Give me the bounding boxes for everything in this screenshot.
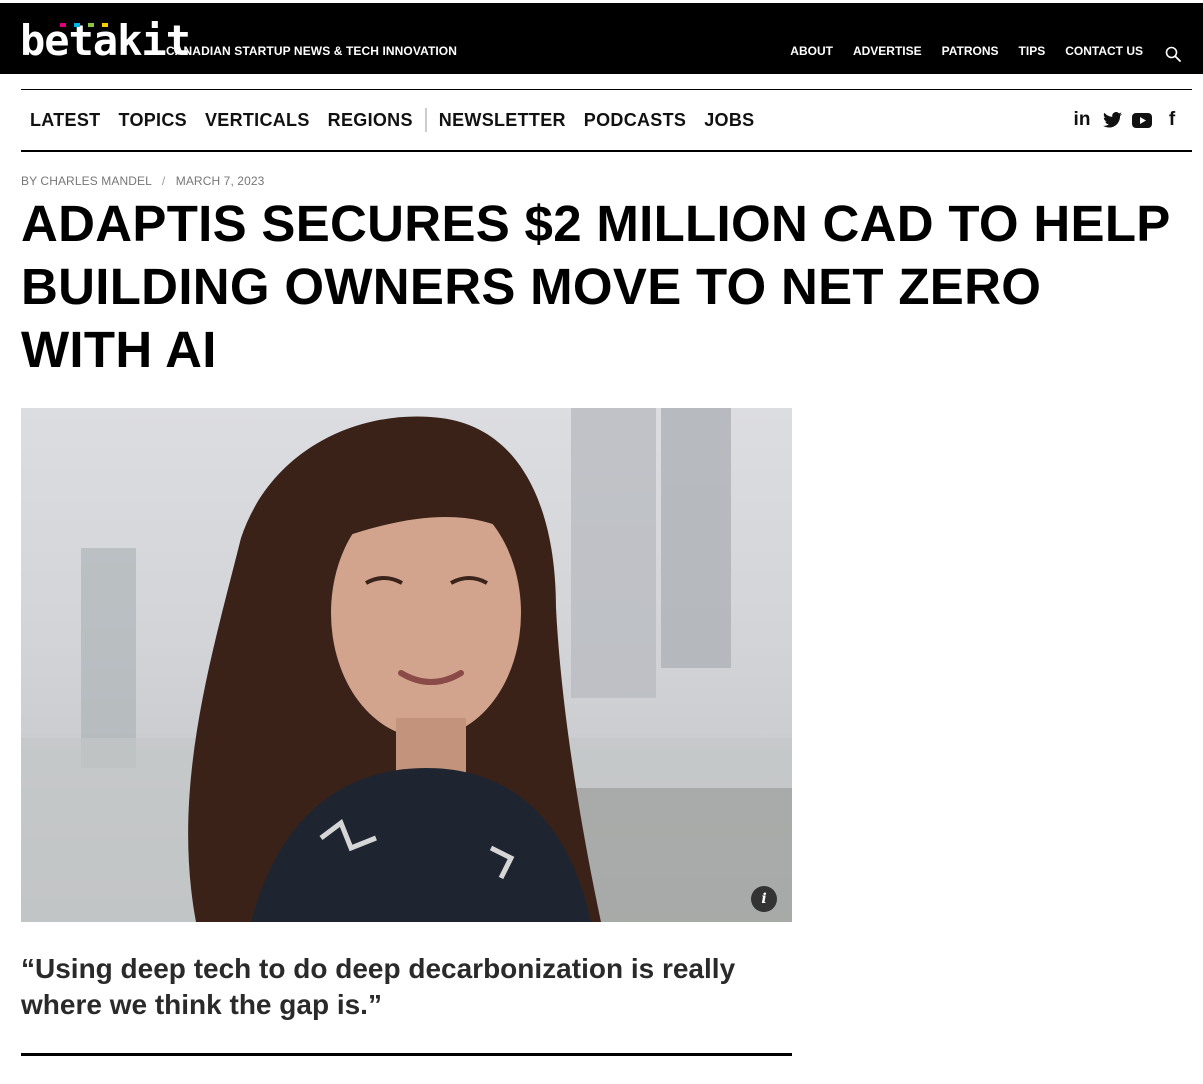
article-author[interactable]: BY CHARLES MANDEL xyxy=(21,174,151,188)
article-date: MARCH 7, 2023 xyxy=(175,174,265,188)
image-info-button[interactable]: i xyxy=(751,886,777,912)
logo-accent-marks xyxy=(60,23,120,29)
nav-verticals[interactable]: VERTICALS xyxy=(196,110,319,131)
main-nav: LATEST TOPICS VERTICALS REGIONS NEWSLETT… xyxy=(21,108,763,132)
top-nav-advertise[interactable]: ADVERTISE xyxy=(853,44,922,58)
top-header-bar: betakit CANADIAN STARTUP NEWS & TECH INN… xyxy=(0,3,1203,74)
article-headline: ADAPTIS SECURES $2 MILLION CAD TO HELP B… xyxy=(21,195,1170,378)
search-icon[interactable] xyxy=(1165,46,1181,62)
byline-separator: / xyxy=(161,174,166,188)
nav-regions[interactable]: REGIONS xyxy=(319,110,422,131)
twitter-icon[interactable] xyxy=(1097,108,1127,132)
nav-divider-bottom xyxy=(21,150,1192,152)
nav-separator xyxy=(424,108,427,132)
top-nav-contact-us[interactable]: CONTACT US xyxy=(1065,44,1143,58)
nav-newsletter[interactable]: NEWSLETTER xyxy=(430,110,575,131)
youtube-icon[interactable] xyxy=(1127,108,1157,132)
top-nav-patrons[interactable]: PATRONS xyxy=(942,44,999,58)
facebook-icon[interactable]: f xyxy=(1157,108,1187,132)
social-links: in f xyxy=(1067,108,1187,132)
nav-latest[interactable]: LATEST xyxy=(21,110,109,131)
top-nav-about[interactable]: ABOUT xyxy=(790,44,833,58)
hero-photo-illustration xyxy=(21,408,792,922)
article-hero-image xyxy=(21,408,792,922)
top-nav: ABOUT ADVERTISE PATRONS TIPS CONTACT US xyxy=(770,44,1143,58)
linkedin-icon[interactable]: in xyxy=(1067,108,1097,132)
article-pull-quote: “Using deep tech to do deep decarbonizat… xyxy=(21,953,736,1020)
nav-divider-top xyxy=(21,89,1192,90)
pull-quote-divider xyxy=(21,1053,792,1056)
top-nav-tips[interactable]: TIPS xyxy=(1019,44,1046,58)
nav-jobs[interactable]: JOBS xyxy=(695,110,763,131)
nav-topics[interactable]: TOPICS xyxy=(109,110,195,131)
nav-podcasts[interactable]: PODCASTS xyxy=(575,110,695,131)
article-byline: BY CHARLES MANDEL / MARCH 7, 2023 xyxy=(21,174,264,188)
site-tagline: CANADIAN STARTUP NEWS & TECH INNOVATION xyxy=(166,44,458,58)
